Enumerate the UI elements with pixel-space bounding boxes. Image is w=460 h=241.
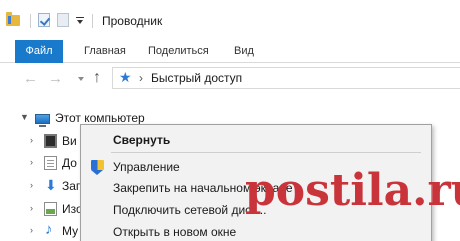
window-title: Проводник xyxy=(102,14,163,28)
tree-item-label: Ви xyxy=(62,134,77,148)
tab-file[interactable]: Файл xyxy=(15,40,63,63)
menu-item-open-new-window[interactable]: Открыть в новом окне xyxy=(81,222,431,241)
navigation-bar: ← → ↑ ★ › Быстрый доступ xyxy=(0,63,460,93)
tree-item-label: Заг xyxy=(62,179,81,193)
pictures-folder-icon xyxy=(44,202,57,216)
back-arrow-icon[interactable]: ← xyxy=(23,70,38,87)
watermark: postila.ru xyxy=(245,165,460,216)
tree-item-label: До xyxy=(62,156,77,170)
address-path[interactable]: Быстрый доступ xyxy=(151,71,242,85)
menu-separator xyxy=(111,152,421,153)
tree-item-label: Этот компьютер xyxy=(55,111,145,125)
chevron-right-icon[interactable]: › xyxy=(30,180,33,190)
music-folder-icon: ♪ xyxy=(45,221,53,238)
downloads-folder-icon: ⬇ xyxy=(45,177,57,193)
properties-check-icon[interactable] xyxy=(38,13,50,27)
tab-home[interactable]: Главная xyxy=(74,40,136,63)
shield-icon xyxy=(91,160,104,175)
quick-access-star-icon: ★ xyxy=(119,69,132,85)
toolbar-separator xyxy=(30,14,31,28)
customize-dropdown-icon[interactable] xyxy=(76,17,84,25)
chevron-right-icon[interactable]: › xyxy=(30,157,33,167)
menu-item-label: Подключить сетевой диск... xyxy=(113,203,267,217)
toolbar-separator xyxy=(92,14,93,28)
menu-item-collapse[interactable]: Свернуть xyxy=(81,130,431,150)
title-bar: Проводник xyxy=(0,0,460,34)
video-folder-icon xyxy=(44,134,57,148)
tab-share[interactable]: Поделиться xyxy=(138,40,219,63)
up-arrow-icon[interactable]: ↑ xyxy=(93,69,101,87)
chevron-right-icon[interactable]: › xyxy=(30,135,33,145)
menu-item-label: Открыть в новом окне xyxy=(113,225,237,239)
forward-arrow-icon[interactable]: → xyxy=(48,70,63,87)
chevron-right-icon[interactable]: › xyxy=(30,203,33,213)
documents-folder-icon xyxy=(44,156,57,170)
tree-item-label: Му xyxy=(62,224,79,238)
new-folder-icon[interactable] xyxy=(57,13,69,27)
folder-icon[interactable] xyxy=(6,12,20,26)
ribbon-tabs: Файл Главная Поделиться Вид xyxy=(0,40,460,63)
chevron-down-icon[interactable]: ▼ xyxy=(20,112,29,122)
breadcrumb-chevron-icon[interactable]: › xyxy=(139,71,143,85)
address-bar[interactable]: ★ › Быстрый доступ xyxy=(112,67,460,89)
chevron-right-icon[interactable]: › xyxy=(30,225,33,235)
computer-icon xyxy=(35,114,50,127)
tab-view[interactable]: Вид xyxy=(224,40,264,63)
recent-locations-dropdown-icon[interactable] xyxy=(78,77,84,81)
menu-item-label: Управление xyxy=(113,160,180,174)
menu-item-label: Свернуть xyxy=(113,133,171,147)
